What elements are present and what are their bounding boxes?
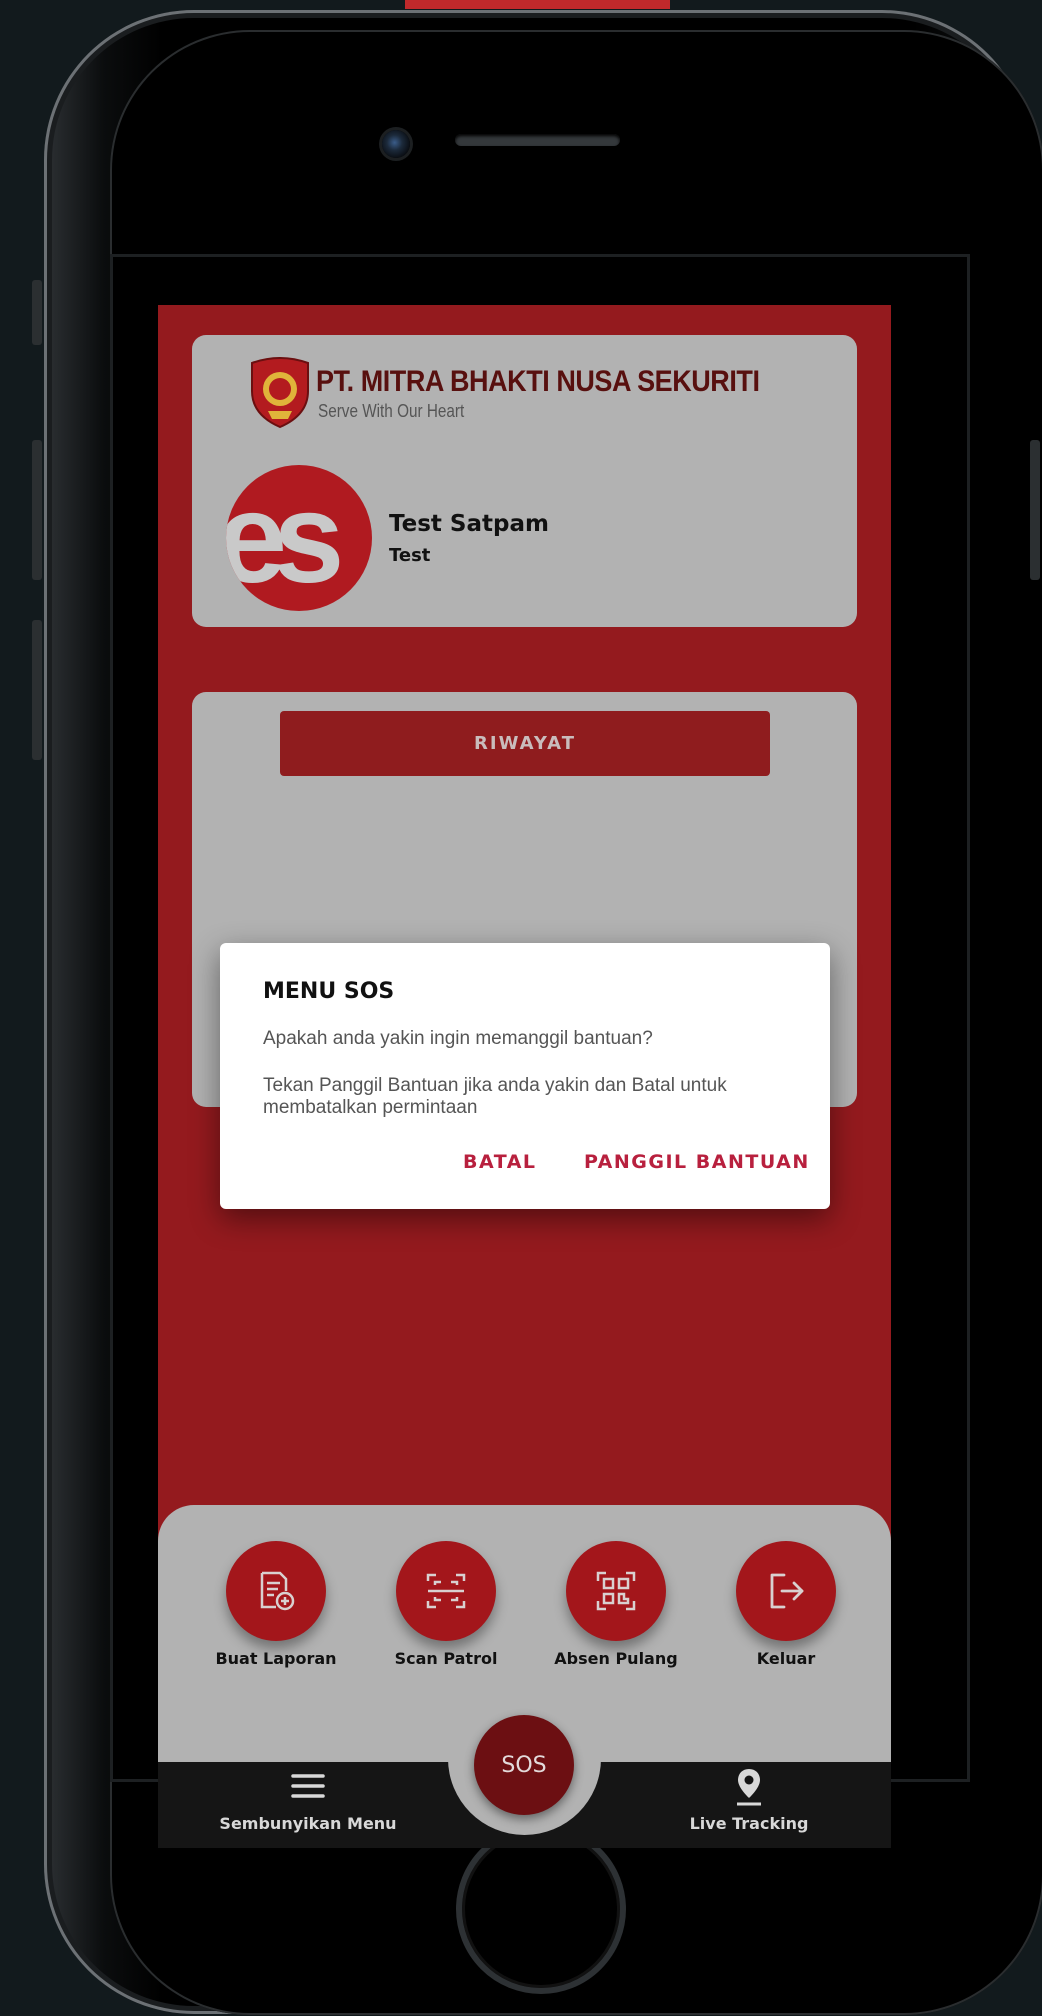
- scan-icon[interactable]: [396, 1541, 496, 1641]
- volume-down-button: [32, 620, 42, 760]
- action-keluar[interactable]: Keluar: [716, 1541, 856, 1668]
- company-tagline: Serve With Our Heart: [318, 401, 465, 421]
- app-screen: PT. MITRA BHAKTI NUSA SEKURITI Serve Wit…: [158, 305, 891, 1848]
- dialog-message: Apakah anda yakin ingin memanggil bantua…: [263, 1028, 653, 1049]
- user-role: Test: [389, 545, 431, 566]
- add-report-icon[interactable]: [226, 1541, 326, 1641]
- location-pin-icon: [664, 1762, 834, 1810]
- company-name: PT. MITRA BHAKTI NUSA SEKURITI: [316, 365, 760, 398]
- sos-button[interactable]: SOS: [474, 1715, 574, 1815]
- dialog-message: Tekan Panggil Bantuan jika anda yakin da…: [263, 1075, 727, 1118]
- action-scan-patrol[interactable]: Scan Patrol: [376, 1541, 516, 1668]
- mute-switch: [32, 280, 42, 345]
- action-label: Keluar: [756, 1649, 816, 1668]
- top-red-bar: [405, 0, 670, 9]
- nav-label: Sembunyikan Menu: [219, 1814, 397, 1833]
- cancel-button[interactable]: BATAL: [463, 1151, 537, 1173]
- home-button[interactable]: [456, 1824, 626, 1994]
- avatar[interactable]: es: [226, 465, 372, 611]
- logout-icon[interactable]: [736, 1541, 836, 1641]
- riwayat-button[interactable]: RIWAYAT: [280, 711, 770, 776]
- action-label: Absen Pulang: [554, 1649, 678, 1668]
- nav-hide-menu[interactable]: Sembunyikan Menu: [203, 1762, 413, 1833]
- call-help-button[interactable]: PANGGIL BANTUAN: [584, 1151, 810, 1173]
- dialog-title: MENU SOS: [263, 979, 395, 1004]
- nav-label: Live Tracking: [689, 1814, 809, 1833]
- nav-live-tracking[interactable]: Live Tracking: [664, 1762, 834, 1833]
- action-label: Buat Laporan: [215, 1649, 337, 1668]
- front-camera: [382, 130, 410, 158]
- volume-up-button: [32, 440, 42, 580]
- avatar-initials: es: [226, 467, 344, 610]
- qr-code-icon[interactable]: [566, 1541, 666, 1641]
- user-name: Test Satpam: [389, 511, 549, 537]
- menu-icon: [203, 1762, 413, 1810]
- power-button: [1030, 440, 1040, 580]
- earpiece-speaker: [455, 134, 620, 146]
- action-absen-pulang[interactable]: Absen Pulang: [546, 1541, 686, 1668]
- sos-dialog: MENU SOS Apakah anda yakin ingin memangg…: [220, 943, 830, 1209]
- action-buat-laporan[interactable]: Buat Laporan: [206, 1541, 346, 1668]
- action-label: Scan Patrol: [394, 1649, 498, 1668]
- company-logo-icon: [251, 357, 309, 429]
- profile-card: PT. MITRA BHAKTI NUSA SEKURITI Serve Wit…: [192, 335, 857, 627]
